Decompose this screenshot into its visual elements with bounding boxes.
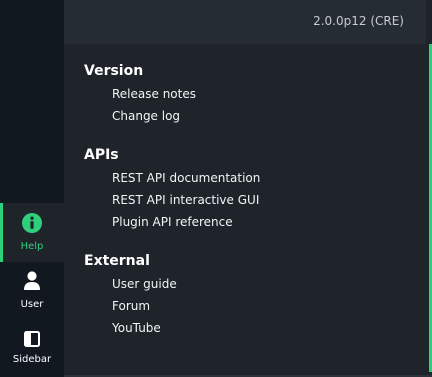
link-plugin-api-reference[interactable]: Plugin API reference (112, 215, 233, 229)
sidebar-icon (24, 331, 40, 351)
version-label: 2.0.0p12 (CRE) (313, 14, 404, 28)
sidebar-item-user[interactable]: User (0, 262, 64, 317)
panel-header: 2.0.0p12 (CRE) (64, 0, 426, 44)
info-icon (22, 213, 42, 237)
sidebar: Help User Sidebar (0, 0, 64, 377)
link-change-log[interactable]: Change log (112, 109, 180, 123)
sidebar-item-label: User (20, 299, 44, 310)
link-rest-api-documentation[interactable]: REST API documentation (112, 171, 260, 185)
link-user-guide[interactable]: User guide (112, 277, 177, 291)
sidebar-item-label: Sidebar (12, 354, 52, 365)
user-icon (23, 271, 41, 295)
sidebar-item-sidebar[interactable]: Sidebar (0, 317, 64, 375)
section-title-external: External (84, 253, 150, 269)
section-title-version: Version (84, 63, 144, 79)
section-title-apis: APIs (84, 147, 119, 163)
link-forum[interactable]: Forum (112, 299, 150, 313)
link-youtube[interactable]: YouTube (112, 321, 161, 335)
sidebar-item-help[interactable]: Help (0, 203, 64, 262)
help-panel: 2.0.0p12 (CRE) Version Release notes Cha… (64, 0, 432, 377)
link-release-notes[interactable]: Release notes (112, 87, 196, 101)
link-rest-api-interactive-gui[interactable]: REST API interactive GUI (112, 193, 259, 207)
sidebar-item-label: Help (20, 241, 44, 252)
